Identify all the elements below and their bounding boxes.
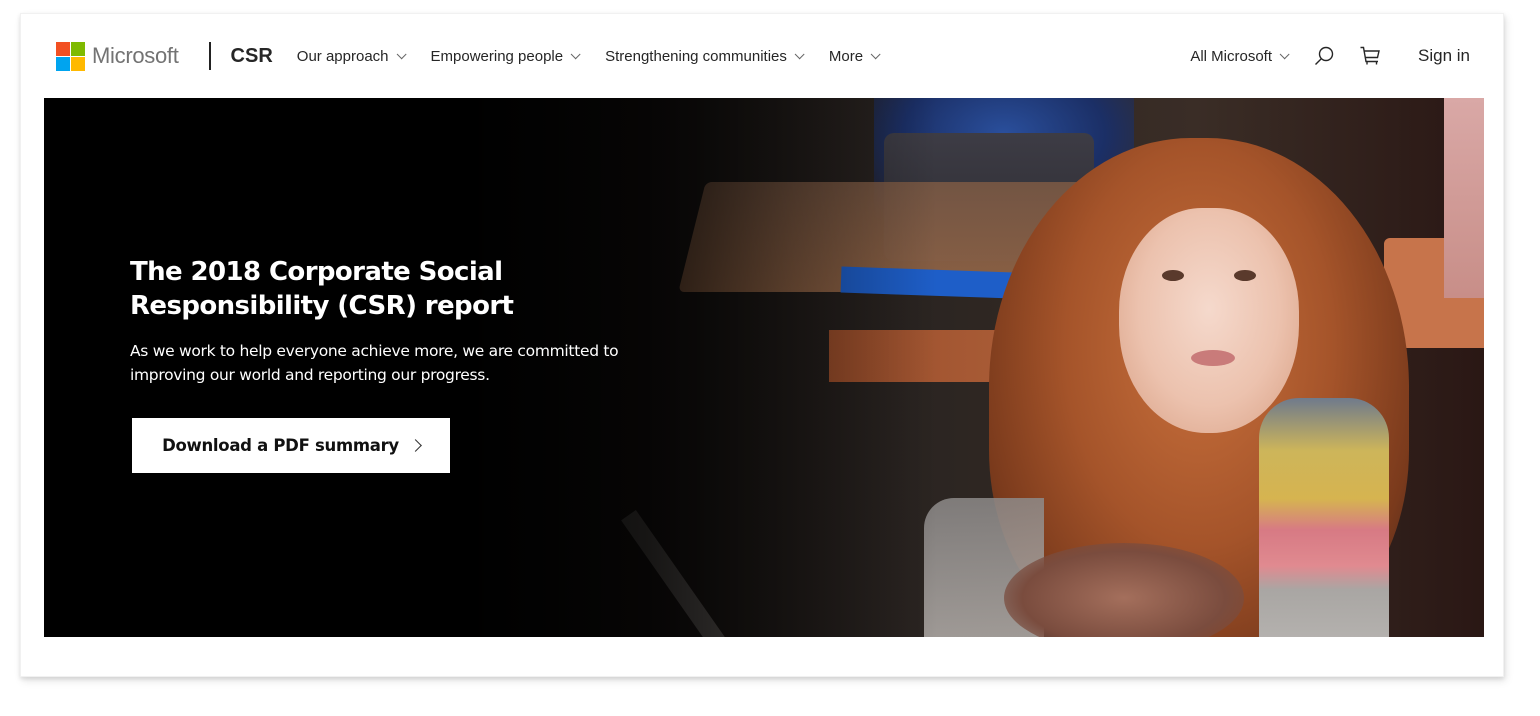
logo-square-blue bbox=[56, 56, 70, 71]
nav-item-our-approach[interactable]: Our approach bbox=[296, 47, 407, 65]
chevron-down-icon bbox=[570, 48, 581, 59]
search-icon bbox=[1315, 46, 1334, 65]
sign-in-link[interactable]: Sign in bbox=[1418, 46, 1470, 66]
microsoft-logo[interactable]: Microsoft bbox=[56, 41, 179, 71]
brand-divider bbox=[208, 42, 211, 70]
nav-right-group: All Microsoft Sign in bbox=[1190, 44, 1485, 68]
hero-banner: The 2018 Corporate Social Responsibility… bbox=[44, 98, 1484, 637]
nav-item-label: More bbox=[828, 47, 864, 65]
nav-item-strengthening-communities[interactable]: Strengthening communities bbox=[605, 47, 805, 65]
page-card: Microsoft CSR Our approach Empowering pe… bbox=[20, 13, 1504, 677]
chevron-down-icon bbox=[870, 48, 881, 59]
cart-icon bbox=[1360, 46, 1380, 65]
cta-label: Download a PDF summary bbox=[162, 436, 399, 455]
hero-title-line: Responsibility (CSR) report bbox=[130, 291, 514, 321]
nav-item-label: Empowering people bbox=[430, 47, 564, 65]
chevron-right-icon bbox=[409, 439, 422, 452]
cart-button[interactable] bbox=[1358, 44, 1382, 68]
logo-square-yellow bbox=[71, 56, 85, 71]
microsoft-wordmark: Microsoft bbox=[92, 43, 179, 68]
all-microsoft-menu[interactable]: All Microsoft bbox=[1190, 47, 1290, 65]
logo-square-red bbox=[56, 41, 70, 56]
nav-item-label: Strengthening communities bbox=[605, 47, 787, 65]
nav-item-more[interactable]: More bbox=[828, 47, 881, 65]
nav-item-empowering-people[interactable]: Empowering people bbox=[430, 47, 581, 65]
hero-content: The 2018 Corporate Social Responsibility… bbox=[130, 255, 730, 473]
section-title-csr[interactable]: CSR bbox=[231, 45, 273, 68]
hero-subtitle-line: improving our world and reporting our pr… bbox=[130, 366, 490, 384]
chevron-down-icon bbox=[396, 48, 407, 59]
hero-title-line: The 2018 Corporate Social bbox=[130, 257, 503, 287]
all-microsoft-label: All Microsoft bbox=[1190, 47, 1273, 65]
logo-square-green bbox=[71, 41, 85, 56]
chevron-down-icon bbox=[1279, 48, 1290, 59]
chevron-down-icon bbox=[794, 48, 805, 59]
top-nav: Microsoft CSR Our approach Empowering pe… bbox=[45, 14, 1485, 98]
hero-subtitle-line: As we work to help everyone achieve more… bbox=[130, 342, 619, 360]
search-button[interactable] bbox=[1312, 44, 1336, 68]
nav-item-label: Our approach bbox=[296, 47, 389, 65]
microsoft-logo-icon bbox=[56, 41, 85, 71]
hero-subtitle: As we work to help everyone achieve more… bbox=[130, 339, 730, 387]
download-pdf-summary-button[interactable]: Download a PDF summary bbox=[132, 418, 450, 473]
hero-title: The 2018 Corporate Social Responsibility… bbox=[130, 255, 730, 323]
